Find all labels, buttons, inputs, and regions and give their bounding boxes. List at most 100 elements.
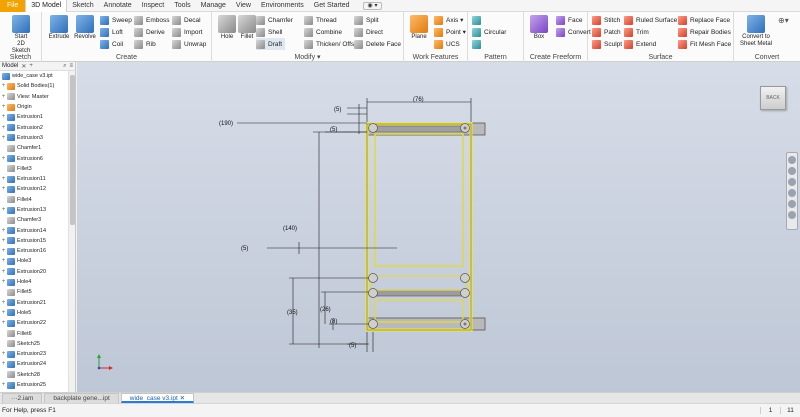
coil-button[interactable]: Coil (100, 38, 123, 50)
menu-tab-environments[interactable]: Environments (256, 0, 309, 12)
decal-button[interactable]: Decal (172, 14, 201, 26)
point-button[interactable]: Point ▾ (434, 26, 466, 38)
rectangular-pattern-button[interactable] (472, 14, 484, 26)
rib-button[interactable]: Rib (134, 38, 156, 50)
dim-5-top[interactable]: (5) (334, 107, 341, 113)
extrude-button[interactable]: Extrude (46, 15, 72, 41)
expand-toggle-icon[interactable]: + (0, 320, 7, 326)
ribbon-options-icon[interactable]: ⊕▾ (778, 14, 789, 26)
expand-toggle-icon[interactable]: + (0, 104, 7, 110)
browser-item[interactable]: + Extrusion12 (0, 184, 68, 194)
draft-button[interactable]: Draft (256, 38, 286, 50)
direct-button[interactable]: Direct (354, 26, 383, 38)
add-icon[interactable]: + (29, 63, 33, 69)
emboss-button[interactable]: Emboss (134, 14, 169, 26)
ucs-button[interactable]: UCS (434, 38, 460, 50)
expand-toggle-icon[interactable]: + (0, 186, 7, 192)
nav-options-icon[interactable] (788, 211, 796, 219)
dim-5-left[interactable]: (5) (330, 127, 337, 133)
expand-toggle-icon[interactable]: + (0, 114, 7, 120)
close-icon[interactable]: ✕ (21, 63, 26, 70)
expand-toggle-icon[interactable]: + (0, 351, 7, 357)
expand-toggle-icon[interactable]: + (0, 228, 7, 234)
browser-item[interactable]: + Extrusion3 (0, 133, 68, 143)
split-button[interactable]: Split (354, 14, 379, 26)
browser-item[interactable]: + Extrusion24 (0, 359, 68, 369)
zoom-icon[interactable] (788, 178, 796, 186)
browser-item[interactable]: Fillet6 (0, 328, 68, 338)
expand-toggle-icon[interactable]: + (0, 258, 7, 264)
look-at-icon[interactable] (788, 200, 796, 208)
menu-tab-sketch[interactable]: Sketch (67, 0, 98, 12)
expand-toggle-icon[interactable]: + (0, 156, 7, 162)
view-cube[interactable]: BACK (760, 86, 786, 110)
expand-toggle-icon[interactable]: + (0, 94, 7, 100)
menu-tab-tools[interactable]: Tools (169, 0, 195, 12)
search-icon[interactable]: ⌕ (63, 63, 66, 70)
expand-toggle-icon[interactable]: + (0, 382, 7, 388)
browser-item[interactable]: Fillet5 (0, 287, 68, 297)
browser-item[interactable]: + View: Master (0, 92, 68, 102)
browser-item[interactable]: + Extrusion25 (0, 380, 68, 390)
dim-76[interactable]: (76) (413, 97, 424, 103)
dim-5-bottom[interactable]: (5) (349, 343, 356, 349)
dim-140[interactable]: (140) (283, 226, 297, 232)
fit-mesh-face-button[interactable]: Fit Mesh Face (678, 38, 731, 50)
browser-item[interactable]: Sketch25 (0, 339, 68, 349)
doc-tab-wide-case[interactable]: wide_case v3.ipt ✕ (120, 393, 195, 403)
dim-26[interactable]: (26) (320, 307, 331, 313)
start-sketch-button[interactable]: Start 2D Sketch (8, 15, 34, 55)
dim-35[interactable]: (35) (287, 310, 298, 316)
browser-item[interactable]: + Extrusion13 (0, 205, 68, 215)
derive-button[interactable]: Derive (134, 26, 165, 38)
browser-item[interactable]: + Extrusion14 (0, 225, 68, 235)
dim-5-mid[interactable]: (5) (241, 246, 248, 252)
browser-item[interactable]: + Extrusion23 (0, 349, 68, 359)
browser-item[interactable]: + Extrusion16 (0, 246, 68, 256)
trim-button[interactable]: Trim (624, 26, 649, 38)
menu-tab-inspect[interactable]: Inspect (137, 0, 170, 12)
browser-item[interactable]: Fillet3 (0, 164, 68, 174)
expand-toggle-icon[interactable]: + (0, 279, 7, 285)
doc-tab-assembly[interactable]: ···2.iam (2, 393, 43, 403)
expand-toggle-icon[interactable]: + (0, 176, 7, 182)
loft-button[interactable]: Loft (100, 26, 123, 38)
browser-item[interactable]: wide_case v3.ipt (0, 71, 68, 81)
expand-toggle-icon[interactable]: + (0, 310, 7, 316)
chamfer-button[interactable]: Chamfer (256, 14, 293, 26)
doc-tab-backplate[interactable]: backplate gene...ipt (44, 393, 119, 403)
mirror-button[interactable] (472, 38, 484, 50)
browser-item[interactable]: + Extrusion22 (0, 318, 68, 328)
menu-tab-manage[interactable]: Manage (196, 0, 231, 12)
menu-extra-dropdown[interactable]: ◉ ▾ (362, 1, 383, 10)
browser-scrollbar[interactable] (68, 71, 75, 392)
browser-item[interactable]: + Hole5 (0, 308, 68, 318)
browser-item[interactable]: Chamfer3 (0, 215, 68, 225)
expand-toggle-icon[interactable]: + (0, 361, 7, 367)
expand-toggle-icon[interactable]: + (0, 238, 7, 244)
sweep-button[interactable]: Sweep (100, 14, 132, 26)
repair-bodies-button[interactable]: Repair Bodies (678, 26, 731, 38)
box-button[interactable]: Box (526, 15, 552, 41)
extend-button[interactable]: Extend (624, 38, 656, 50)
browser-item[interactable]: + Origin (0, 102, 68, 112)
revolve-button[interactable]: Revolve (72, 15, 98, 41)
plane-button[interactable]: Plane (406, 15, 432, 41)
browser-item[interactable]: + Extrusion20 (0, 267, 68, 277)
ruled-surface-button[interactable]: Ruled Surface (624, 14, 677, 26)
browser-item[interactable]: + Hole3 (0, 256, 68, 266)
expand-toggle-icon[interactable]: + (0, 135, 7, 141)
menu-tab-get-started[interactable]: Get Started (309, 0, 355, 12)
expand-toggle-icon[interactable]: + (0, 125, 7, 131)
patch-button[interactable]: Patch (592, 26, 621, 38)
browser-item[interactable]: + Extrusion21 (0, 298, 68, 308)
steering-wheel-icon[interactable] (788, 156, 796, 164)
browser-item[interactable]: + Solid Bodies(1) (0, 81, 68, 91)
dim-8[interactable]: (8) (330, 319, 337, 325)
combine-button[interactable]: Combine (304, 26, 342, 38)
face-button[interactable]: Face (556, 14, 582, 26)
browser-item[interactable]: Sketch28 (0, 370, 68, 380)
expand-toggle-icon[interactable]: + (0, 269, 7, 275)
import-button[interactable]: Import (172, 26, 202, 38)
browser-item[interactable]: + Extrusion6 (0, 153, 68, 163)
